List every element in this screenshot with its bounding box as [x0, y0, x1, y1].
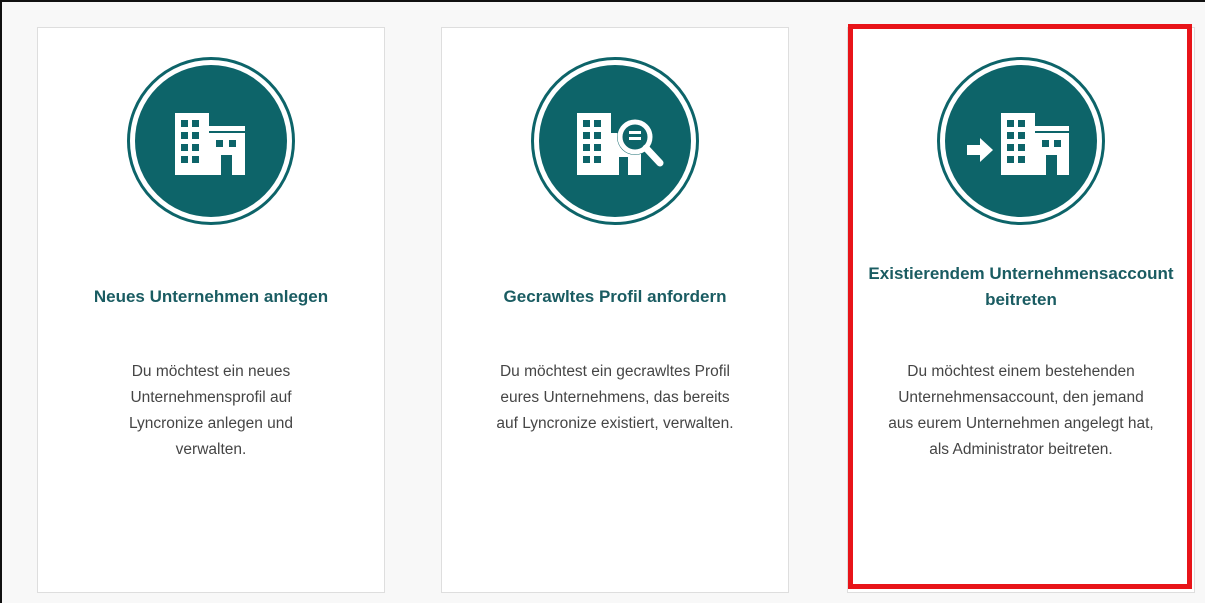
join-company-icon — [937, 57, 1105, 225]
card-description: Du möchtest einem bestehenden Unternehme… — [888, 363, 1154, 458]
card-description: Du möchtest ein neues Unternehmensprofil… — [128, 363, 294, 458]
card-title[interactable]: Gecrawltes Profil anfordern — [462, 284, 768, 310]
company-search-icon — [531, 57, 699, 225]
page-frame: Neues Unternehmen anlegen Du möchtest ei… — [0, 0, 1205, 603]
company-building-icon — [127, 57, 295, 225]
option-card-new-company[interactable]: Neues Unternehmen anlegen Du möchtest ei… — [37, 27, 385, 593]
card-title[interactable]: Existierendem Unternehmensaccount beitre… — [868, 261, 1174, 313]
option-card-claim-profile[interactable]: Gecrawltes Profil anfordern Du möchtest … — [441, 27, 789, 593]
card-title[interactable]: Neues Unternehmen anlegen — [58, 284, 364, 310]
card-description: Du möchtest ein gecrawltes Profil eures … — [496, 363, 734, 432]
option-card-join-company[interactable]: Existierendem Unternehmensaccount beitre… — [847, 27, 1195, 593]
